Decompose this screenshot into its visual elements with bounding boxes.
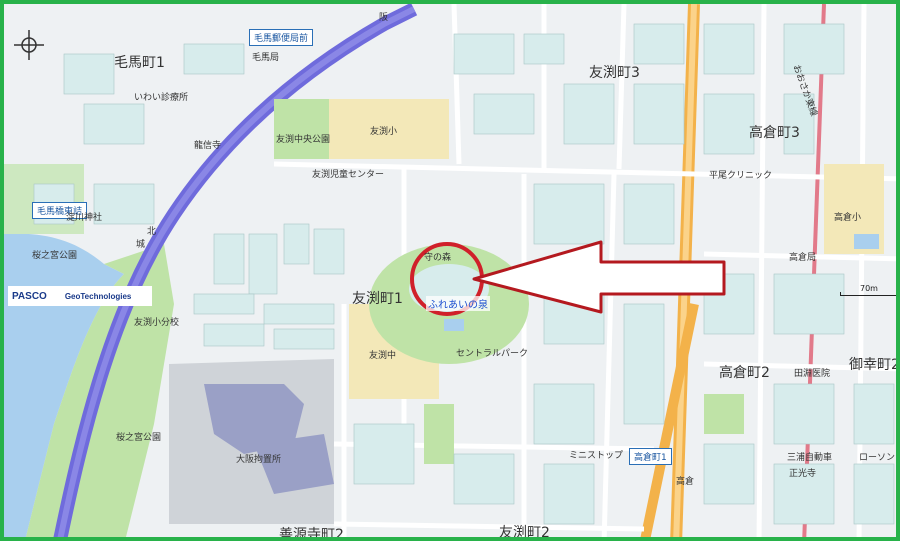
place-label: 友渕小分校 bbox=[134, 318, 180, 328]
place-label: 三浦自動車 bbox=[787, 453, 833, 463]
pasco-logo: PASCO bbox=[12, 290, 47, 302]
scale-bar: 70m bbox=[840, 284, 896, 296]
place-label: 城 bbox=[136, 240, 146, 250]
place-label: 友渕中 bbox=[369, 351, 397, 361]
map-frame[interactable]: 毛馬町1 友渕町3 高倉町3 友渕町1 高倉町2 御幸町2 友渕町2 善源寺町2… bbox=[0, 0, 900, 541]
place-label: 淀川神社 bbox=[66, 213, 103, 223]
area-label: 善源寺町2 bbox=[279, 527, 344, 541]
place-label: 桜之宮公園 bbox=[32, 251, 78, 261]
place-label-highlighted: ふれあいの泉 bbox=[426, 296, 490, 311]
area-label: 友渕町2 bbox=[499, 525, 550, 541]
place-label: 大阪拘置所 bbox=[236, 455, 282, 465]
place-label: 正光寺 bbox=[789, 469, 817, 479]
area-label: 毛馬町1 bbox=[114, 55, 165, 71]
area-label: 高倉町2 bbox=[719, 365, 770, 381]
place-label: 田淵医院 bbox=[794, 369, 831, 379]
place-label: 毛馬局 bbox=[252, 53, 280, 63]
map-canvas[interactable] bbox=[4, 4, 900, 541]
station-label: 高倉町1 bbox=[629, 448, 672, 465]
place-label: 守の森 bbox=[424, 253, 452, 263]
place-label: 高倉小 bbox=[834, 213, 862, 223]
place-label: 平尾クリニック bbox=[709, 171, 773, 181]
map-attribution: PASCO GeoTechnologies bbox=[8, 286, 152, 306]
area-label: 高倉町3 bbox=[749, 125, 800, 141]
place-label: 北 bbox=[147, 227, 157, 237]
place-label: 阪 bbox=[379, 13, 389, 23]
area-label: 友渕町3 bbox=[589, 65, 640, 81]
place-label: ミニストップ bbox=[569, 451, 624, 461]
place-label: 友渕小 bbox=[370, 127, 398, 137]
place-label: いわい診療所 bbox=[134, 93, 189, 103]
station-label: 毛馬郵便局前 bbox=[249, 29, 314, 46]
compass-icon bbox=[14, 30, 44, 60]
place-label: 高倉 bbox=[676, 477, 695, 487]
place-label: 友渕児童センター bbox=[312, 170, 385, 180]
area-label: 友渕町1 bbox=[352, 291, 403, 307]
scale-line bbox=[840, 292, 896, 296]
place-label: 桜之宮公園 bbox=[116, 433, 162, 443]
place-label: セントラルパーク bbox=[456, 349, 529, 359]
area-label: 御幸町2 bbox=[849, 357, 900, 373]
place-label: 龍信寺 bbox=[194, 141, 222, 151]
place-label: 高倉局 bbox=[789, 253, 817, 263]
place-label: ローソン bbox=[859, 453, 896, 463]
place-label: 友渕中央公園 bbox=[276, 135, 331, 145]
geotechnologies-logo: GeoTechnologies bbox=[64, 291, 132, 301]
